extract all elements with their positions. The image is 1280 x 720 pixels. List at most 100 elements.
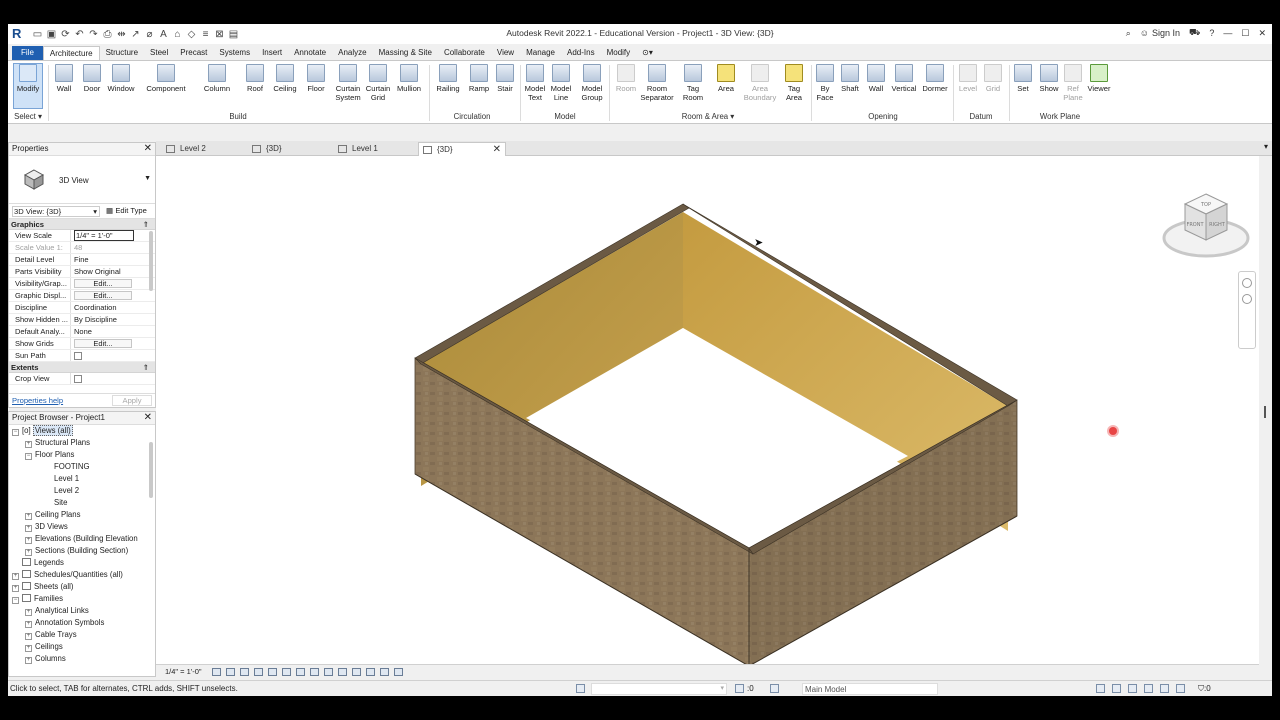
shadows-icon[interactable] [254, 668, 263, 676]
tree-sheets[interactable]: + Sheets (all) [12, 581, 73, 593]
model-text-button[interactable]: Model Text [522, 64, 548, 102]
viewcube-right-label[interactable]: RIGHT [1209, 222, 1226, 228]
filter-indicator[interactable]: ⛉:0 [1198, 684, 1211, 694]
view-tab-level-1[interactable]: Level 1 [334, 142, 418, 156]
close-icon[interactable]: ✕ [144, 143, 152, 155]
tree-schedules[interactable]: + Schedules/Quantities (all) [12, 569, 123, 581]
view-scale-input[interactable]: 1/4" = 1'-0" [74, 230, 134, 241]
worksharing-icon[interactable] [394, 668, 403, 676]
collapse-toggle-icon[interactable]: − [12, 429, 19, 436]
instance-filter-select[interactable]: 3D View: {3D} ▾ [12, 206, 100, 217]
curtain-system-button[interactable]: Curtain System [333, 64, 363, 102]
window-button[interactable]: Window [106, 64, 136, 93]
model-group-button[interactable]: Model Group [578, 64, 606, 102]
worksets-icon[interactable] [576, 684, 585, 693]
design-options-icon[interactable] [770, 684, 779, 693]
select-underlay-icon[interactable] [1112, 684, 1121, 693]
sun-path-icon[interactable] [240, 668, 249, 676]
tab-systems[interactable]: Systems [213, 46, 256, 60]
tree-cable-trays[interactable]: + Cable Trays [25, 629, 77, 641]
show-crop-icon[interactable] [296, 668, 305, 676]
floor-button[interactable]: Floor [302, 64, 330, 93]
tag-room-button[interactable]: Tag Room [680, 64, 706, 102]
tab-analyze[interactable]: Analyze [332, 46, 372, 60]
crop-view-checkbox[interactable] [74, 375, 82, 383]
tree-level-1[interactable]: Level 1 [54, 473, 79, 485]
tab-structure[interactable]: Structure [100, 46, 144, 60]
help-icon[interactable]: ? [1209, 28, 1214, 38]
tree-views-all[interactable]: − [o] Views (all) [12, 425, 73, 437]
set-button[interactable]: Set [1011, 64, 1035, 93]
3d-view-canvas[interactable]: TOP FRONT RIGHT ➤ [156, 156, 1259, 678]
tab-manage[interactable]: Manage [520, 46, 561, 60]
viewcube-front-label[interactable]: FRONT [1186, 222, 1204, 228]
browser-scrollbar[interactable] [149, 442, 153, 498]
component-button[interactable]: Component [142, 64, 190, 93]
prop-show-hidden[interactable]: Show Hidden ... By Discipline [9, 314, 155, 326]
tree-annotation-symbols[interactable]: + Annotation Symbols [25, 617, 104, 629]
steering-wheel-icon[interactable] [1242, 278, 1252, 288]
visual-style-icon[interactable] [226, 668, 235, 676]
revit-logo-icon[interactable]: R [12, 27, 26, 41]
graphic-display-edit-button[interactable]: Edit... [74, 291, 132, 300]
zoom-icon[interactable] [1242, 294, 1252, 304]
text-icon[interactable]: A [158, 29, 169, 40]
by-face-button[interactable]: By Face [814, 64, 836, 102]
curtain-grid-button[interactable]: Curtain Grid [364, 64, 392, 102]
wall-opening-button[interactable]: Wall [864, 64, 888, 93]
shaft-button[interactable]: Shaft [837, 64, 863, 93]
ramp-button[interactable]: Ramp [466, 64, 492, 93]
expand-toggle-icon[interactable]: + [25, 609, 32, 616]
tab-view[interactable]: View [491, 46, 520, 60]
sync-icon[interactable]: ⟳ [60, 29, 71, 40]
tab-massing-site[interactable]: Massing & Site [373, 46, 438, 60]
open-icon[interactable]: ▭ [32, 29, 43, 40]
tab-annotate[interactable]: Annotate [288, 46, 332, 60]
tree-legends[interactable]: Legends [22, 557, 64, 569]
select-links-icon[interactable] [1096, 684, 1105, 693]
expand-toggle-icon[interactable]: + [25, 537, 32, 544]
tab-menu-icon[interactable]: ▾ [1264, 142, 1268, 151]
lock-view-icon[interactable] [310, 668, 319, 676]
close-icon[interactable]: ✕ [144, 412, 152, 424]
properties-help-link[interactable]: Properties help [12, 396, 63, 405]
ceiling-button[interactable]: Ceiling [270, 64, 300, 93]
tree-families[interactable]: − Families [12, 593, 63, 605]
viewcube[interactable]: TOP FRONT RIGHT [1161, 186, 1251, 264]
tab-insert[interactable]: Insert [256, 46, 288, 60]
measure-icon[interactable]: ⇹ [116, 29, 127, 40]
thin-lines-icon[interactable]: ≡ [200, 29, 211, 40]
sign-in-button[interactable]: ☺ Sign In [1140, 28, 1180, 38]
expand-toggle-icon[interactable]: + [25, 525, 32, 532]
cart-icon[interactable]: ⛟ [1189, 27, 1200, 39]
expand-toggle-icon[interactable]: + [25, 633, 32, 640]
view-tab-3d-a[interactable]: {3D} [248, 142, 332, 156]
room-button[interactable]: Room [612, 64, 640, 93]
undo-icon[interactable]: ↶ [74, 29, 85, 40]
tree-sections[interactable]: + Sections (Building Section) [25, 545, 128, 557]
tree-columns[interactable]: + Columns [25, 653, 66, 665]
collapse-toggle-icon[interactable]: − [12, 597, 19, 604]
scroll-thumb[interactable] [1264, 406, 1266, 418]
visibility-edit-button[interactable]: Edit... [74, 279, 132, 288]
room-area-panel-label[interactable]: Room & Area ▾ [668, 112, 748, 121]
expand-toggle-icon[interactable]: + [25, 441, 32, 448]
reveal-hidden-icon[interactable] [338, 668, 347, 676]
viewcube-top-label[interactable]: TOP [1200, 202, 1211, 208]
dimension-icon[interactable]: ↗ [130, 29, 141, 40]
drag-elements-icon[interactable] [1160, 684, 1169, 693]
detail-level-icon[interactable] [212, 668, 221, 676]
reveal-constraints-icon[interactable] [380, 668, 389, 676]
edit-type-button[interactable]: ▦ Edit Type [106, 206, 147, 215]
analytical-model-icon[interactable] [352, 668, 361, 676]
temp-hide-icon[interactable] [324, 668, 333, 676]
render-icon[interactable] [268, 668, 277, 676]
main-model-select[interactable]: Main Model [802, 683, 938, 695]
select-by-face-icon[interactable] [1144, 684, 1153, 693]
column-button[interactable]: Column [200, 64, 234, 93]
tab-file[interactable]: File [12, 46, 43, 60]
tag-icon[interactable]: ⌀ [144, 29, 155, 40]
area-button[interactable]: Area [712, 64, 740, 93]
area-boundary-button[interactable]: Area Boundary [741, 64, 779, 102]
select-dropdown[interactable]: Select ▾ [12, 112, 44, 121]
